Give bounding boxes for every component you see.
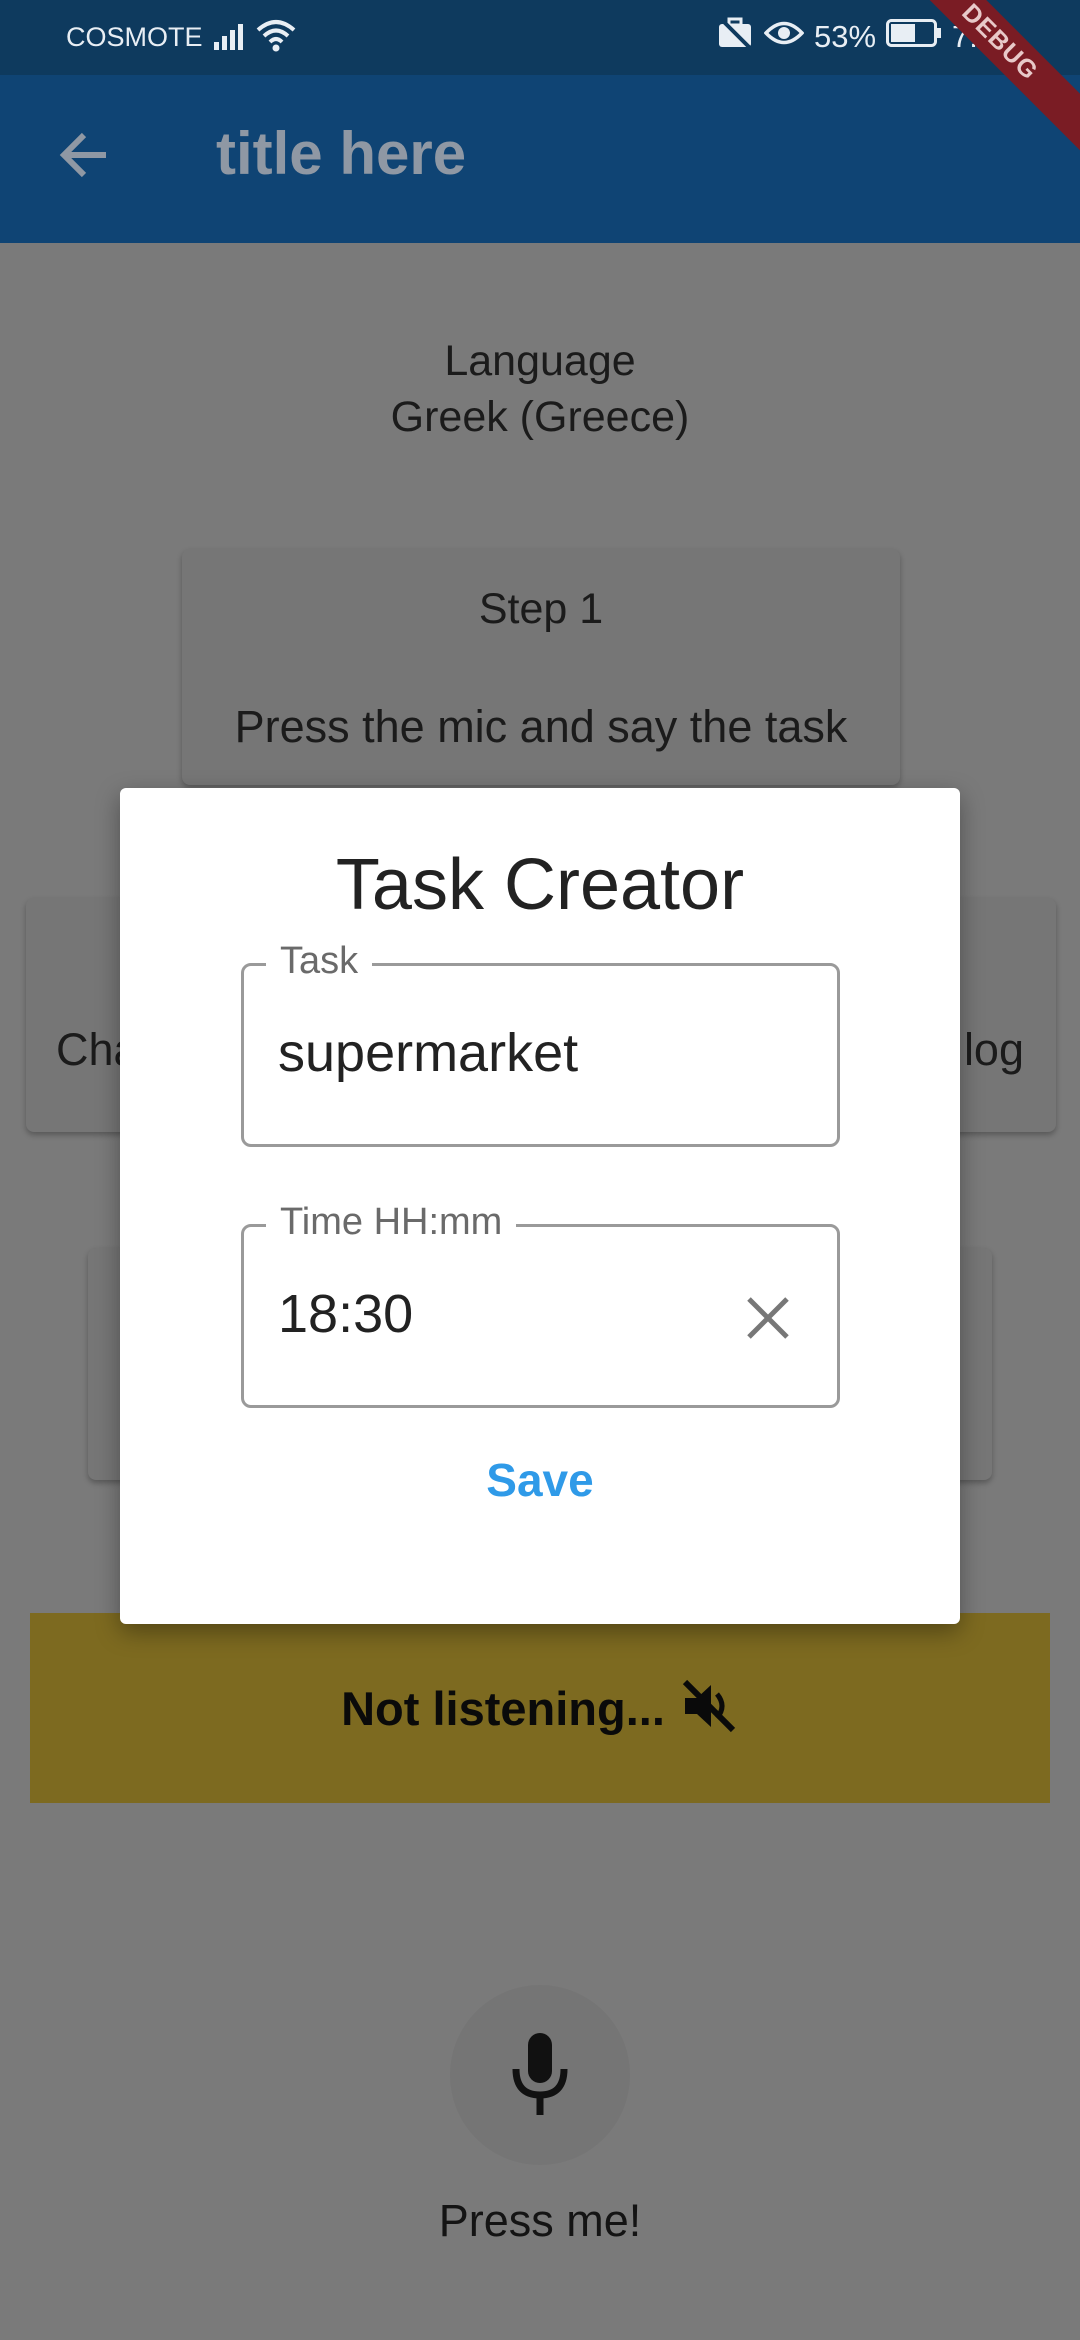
page-title: title here (216, 120, 467, 187)
step-card: Step 1 Press the mic and say the task (182, 549, 900, 785)
right-card-label: log (963, 1024, 1024, 1075)
carrier-label: COSMOTE (66, 22, 203, 52)
language-label: Language (444, 337, 636, 385)
press-me-label: Press me! (438, 2195, 642, 2246)
save-button[interactable]: Save (120, 1453, 960, 1507)
arrow-back-icon[interactable] (56, 127, 112, 183)
signal-icon (214, 20, 250, 57)
dialog-title: Task Creator (335, 845, 745, 925)
time-field-value[interactable]: 18:30 (278, 1283, 413, 1345)
eye-icon (763, 18, 805, 56)
listening-status-label: Not listening... (341, 1681, 665, 1735)
time-field[interactable]: Time HH:mm 18:30 (241, 1201, 840, 1408)
volume-off-icon (679, 1676, 739, 1741)
work-profile-icon (716, 16, 754, 58)
step-instruction: Press the mic and say the task (234, 701, 848, 752)
task-field[interactable]: Task supermarket (241, 940, 840, 1147)
battery-icon (886, 19, 942, 55)
listening-status-bar: Not listening... (30, 1613, 1050, 1803)
wifi-icon (256, 18, 296, 59)
close-icon[interactable] (743, 1293, 793, 1343)
battery-percent: 53% (814, 19, 877, 54)
step-title: Step 1 (478, 585, 604, 633)
status-bar: COSMOTE 53% (0, 0, 1080, 75)
task-field-value[interactable]: supermarket (278, 1022, 578, 1084)
app-bar: title here (0, 75, 1080, 243)
mic-button[interactable] (450, 1985, 630, 2165)
task-creator-dialog: Task Creator Task supermarket Time HH:mm… (120, 788, 960, 1624)
task-field-label: Task (266, 940, 373, 983)
language-value: Greek (Greece) (390, 393, 690, 441)
mic-icon (512, 2033, 568, 2115)
time-field-label: Time HH:mm (266, 1201, 517, 1244)
